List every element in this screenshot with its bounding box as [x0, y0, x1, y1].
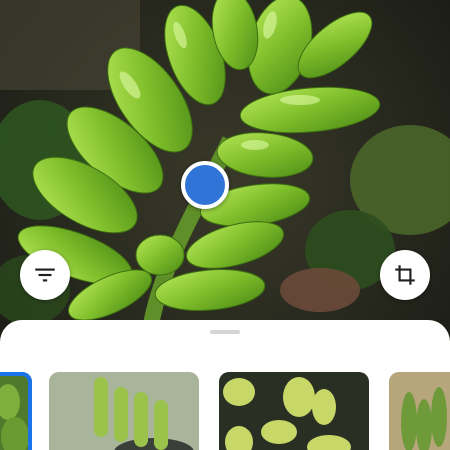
sheet-drag-handle[interactable] — [210, 330, 240, 334]
result-thumbnail[interactable] — [219, 372, 369, 450]
filter-icon — [35, 268, 55, 282]
result-thumbnail-selected[interactable] — [0, 372, 32, 450]
result-thumbnail[interactable] — [389, 372, 450, 450]
crop-button[interactable] — [380, 250, 430, 300]
focus-marker[interactable] — [181, 161, 229, 209]
results-sheet[interactable] — [0, 320, 450, 450]
crop-icon — [395, 265, 415, 285]
filter-button[interactable] — [20, 250, 70, 300]
result-thumbnail[interactable] — [49, 372, 199, 450]
